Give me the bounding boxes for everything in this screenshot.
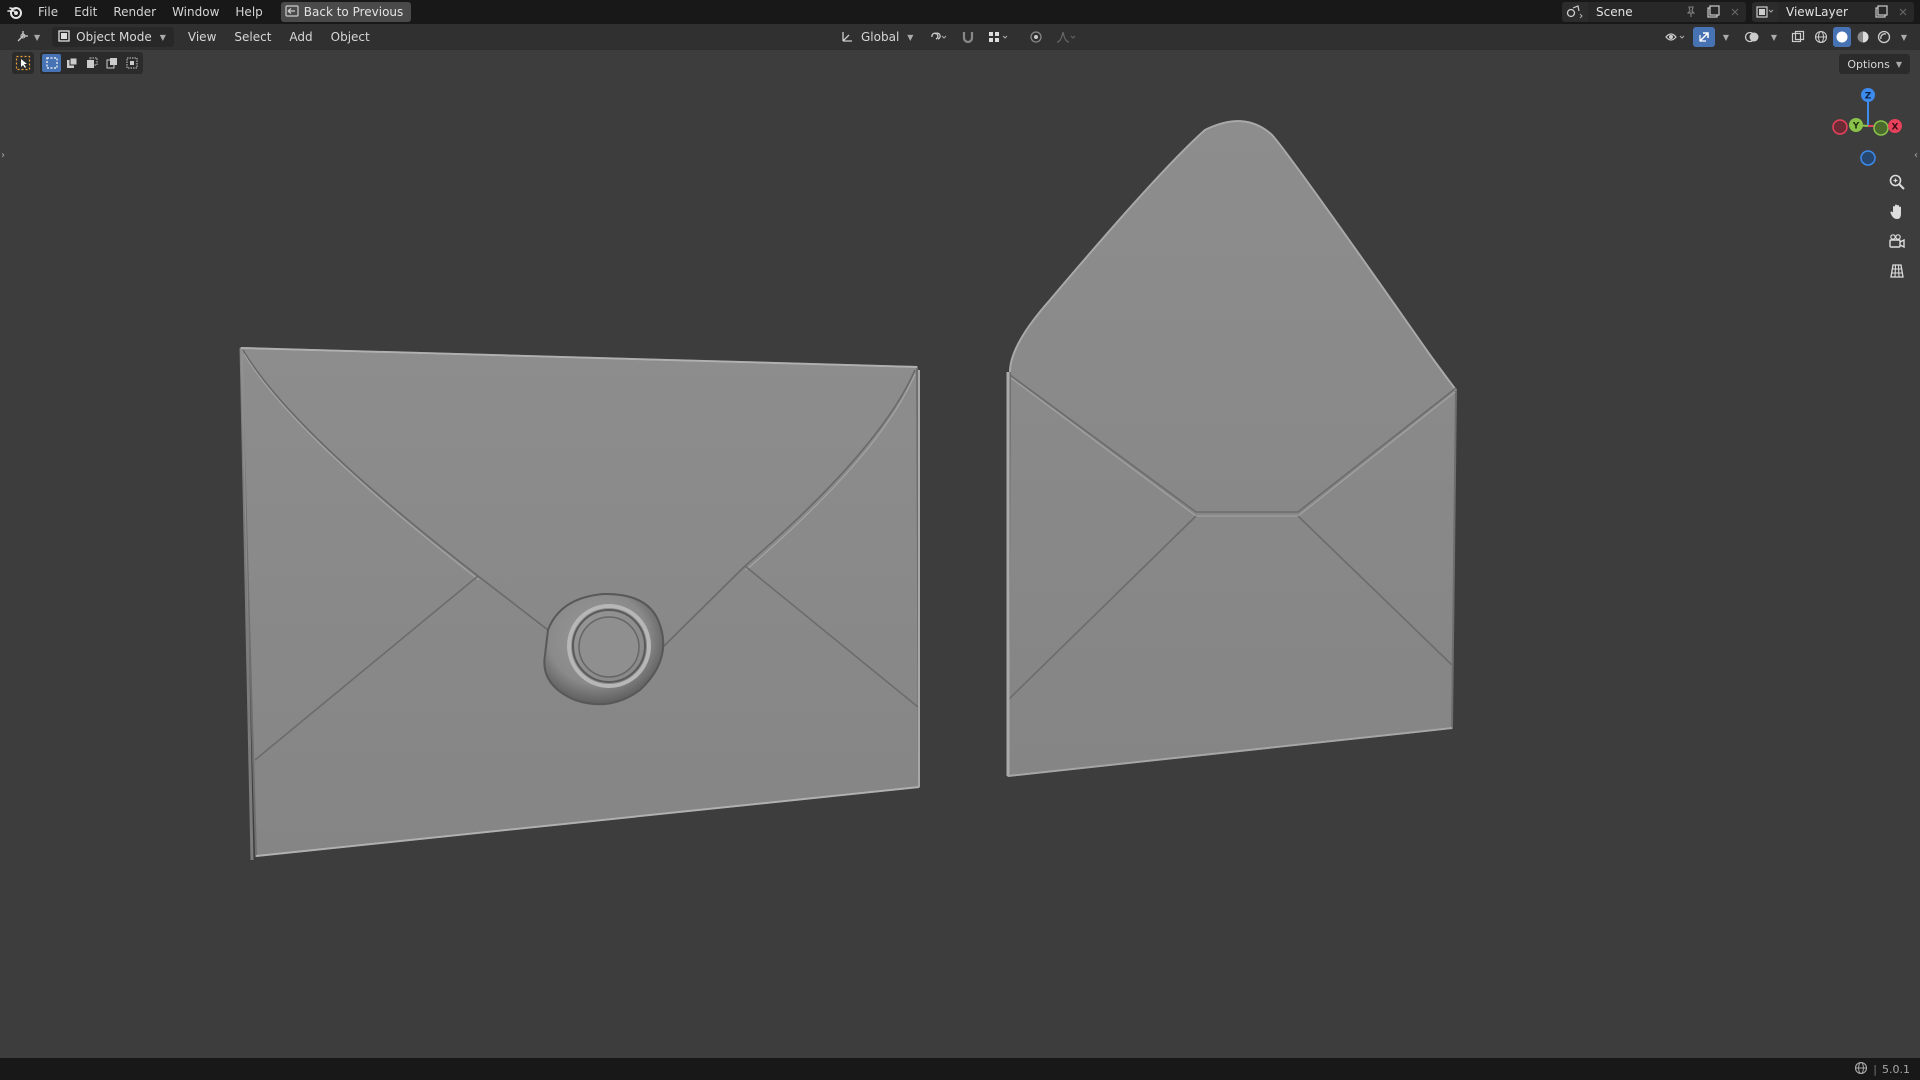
- chevron-down-icon: ▼: [907, 32, 914, 42]
- material-preview-icon[interactable]: [1854, 27, 1872, 47]
- options-dropdown[interactable]: Options ▼: [1839, 54, 1910, 74]
- chevron-down-icon: ▼: [34, 32, 41, 42]
- gizmo-dropdown-icon[interactable]: ▼: [1718, 27, 1732, 47]
- menu-edit[interactable]: Edit: [66, 0, 105, 24]
- wireframe-shading-icon[interactable]: [1812, 27, 1830, 47]
- menu-file[interactable]: File: [30, 0, 66, 24]
- viewport-header: ▼ Object Mode ▼ View Select Add Object G…: [0, 24, 1920, 50]
- back-icon: [285, 4, 299, 20]
- menu-render[interactable]: Render: [105, 0, 164, 24]
- gizmo-neg-y[interactable]: [1873, 120, 1889, 136]
- back-to-previous-button[interactable]: Back to Previous: [280, 2, 412, 22]
- gizmo-y-label: Y: [1852, 122, 1860, 132]
- menu-view[interactable]: View: [182, 27, 222, 47]
- overlays-toggle-icon[interactable]: [1741, 27, 1763, 47]
- open-envelope-mesh[interactable]: [1006, 120, 1458, 778]
- gizmo-x-label: X: [1892, 123, 1899, 133]
- menu-add[interactable]: Add: [283, 27, 318, 47]
- object-mode-icon: [58, 29, 70, 45]
- camera-icon[interactable]: [1885, 230, 1909, 254]
- new-scene-icon[interactable]: [1702, 2, 1724, 22]
- globe-icon: [1854, 1061, 1868, 1078]
- navigation-gizmo[interactable]: Z Y X: [1826, 84, 1910, 168]
- proportional-editing-icon[interactable]: [1025, 27, 1047, 47]
- rendered-shading-icon[interactable]: [1875, 27, 1893, 47]
- hand-icon[interactable]: [1885, 200, 1909, 224]
- snap-target-icon[interactable]: [983, 27, 1013, 47]
- snap-icon[interactable]: [957, 27, 979, 47]
- view-layer-icon[interactable]: [1752, 2, 1778, 22]
- editor-type-button[interactable]: ▼: [10, 27, 46, 47]
- blender-logo-icon[interactable]: [0, 0, 30, 24]
- viewport-shading-controls: ▼ ▼ ▼: [1660, 27, 1910, 47]
- viewport-canvas[interactable]: [0, 50, 1920, 1058]
- delete-scene-icon[interactable]: [1724, 2, 1746, 22]
- chevron-down-icon: ▼: [1895, 59, 1902, 69]
- overlays-dropdown-icon[interactable]: ▼: [1766, 27, 1780, 47]
- shading-dropdown-icon[interactable]: ▼: [1896, 27, 1910, 47]
- menu-object[interactable]: Object: [325, 27, 376, 47]
- xray-toggle-icon[interactable]: [1787, 27, 1809, 47]
- viewport-editor-icon: [16, 29, 32, 46]
- status-divider: |: [1873, 1062, 1877, 1076]
- back-to-previous-label: Back to Previous: [303, 5, 404, 19]
- scene-name[interactable]: Scene: [1588, 5, 1680, 19]
- select-new-icon[interactable]: [42, 54, 61, 72]
- scene-icon[interactable]: [1562, 2, 1588, 22]
- solid-shading-icon[interactable]: [1833, 27, 1851, 47]
- tool-settings-row: [12, 52, 143, 74]
- scene-selector[interactable]: Scene: [1562, 2, 1746, 22]
- blender-app: File Edit Render Window Help Back to Pre…: [0, 0, 1920, 1080]
- pivot-point-icon[interactable]: [923, 27, 953, 47]
- select-tool-icon[interactable]: [12, 52, 34, 74]
- selection-mode-group: [40, 52, 143, 74]
- zoom-icon[interactable]: [1885, 170, 1909, 194]
- gizmo-toggle-icon[interactable]: [1693, 27, 1715, 47]
- object-mode-label: Object Mode: [76, 30, 152, 44]
- top-right-controls: Scene ViewLayer: [1562, 0, 1920, 24]
- chevron-down-icon: ▼: [159, 32, 166, 42]
- pin-icon[interactable]: [1680, 2, 1702, 22]
- object-mode-dropdown[interactable]: Object Mode ▼: [52, 27, 174, 47]
- menu-window[interactable]: Window: [164, 0, 227, 24]
- gizmo-z-label: Z: [1865, 92, 1872, 102]
- version-label: 5.0.1: [1882, 1062, 1910, 1076]
- menu-select[interactable]: Select: [228, 27, 277, 47]
- options-label: Options: [1847, 57, 1890, 71]
- transform-orientation-dropdown[interactable]: Global ▼: [835, 27, 919, 47]
- new-view-layer-icon[interactable]: [1870, 2, 1892, 22]
- sidebar-expand-icon[interactable]: ‹: [1914, 150, 1918, 161]
- toolbar-expand-icon[interactable]: ›: [1, 150, 5, 161]
- status-bar: | 5.0.1: [0, 1058, 1920, 1080]
- closed-envelope-mesh[interactable]: [239, 346, 921, 861]
- 3d-viewport[interactable]: › ‹: [0, 50, 1920, 1058]
- falloff-icon[interactable]: [1051, 27, 1081, 47]
- top-menu-bar: File Edit Render Window Help Back to Pre…: [0, 0, 1920, 24]
- view-layer-name[interactable]: ViewLayer: [1778, 5, 1870, 19]
- visibility-selectability-icon[interactable]: [1660, 27, 1690, 47]
- grid-icon[interactable]: [1885, 259, 1909, 283]
- view-layer-selector[interactable]: ViewLayer: [1752, 2, 1914, 22]
- transform-controls: Global ▼: [835, 27, 1081, 47]
- gizmo-neg-z[interactable]: [1860, 150, 1876, 166]
- select-intersect-icon[interactable]: [122, 54, 141, 72]
- select-extend-icon[interactable]: [62, 54, 81, 72]
- gizmo-neg-x[interactable]: [1832, 119, 1848, 135]
- delete-view-layer-icon[interactable]: [1892, 2, 1914, 22]
- select-subtract-icon[interactable]: [82, 54, 101, 72]
- transform-orientation-label: Global: [861, 30, 900, 44]
- orientation-icon: [841, 29, 855, 46]
- menu-help[interactable]: Help: [227, 0, 270, 24]
- select-invert-icon[interactable]: [102, 54, 121, 72]
